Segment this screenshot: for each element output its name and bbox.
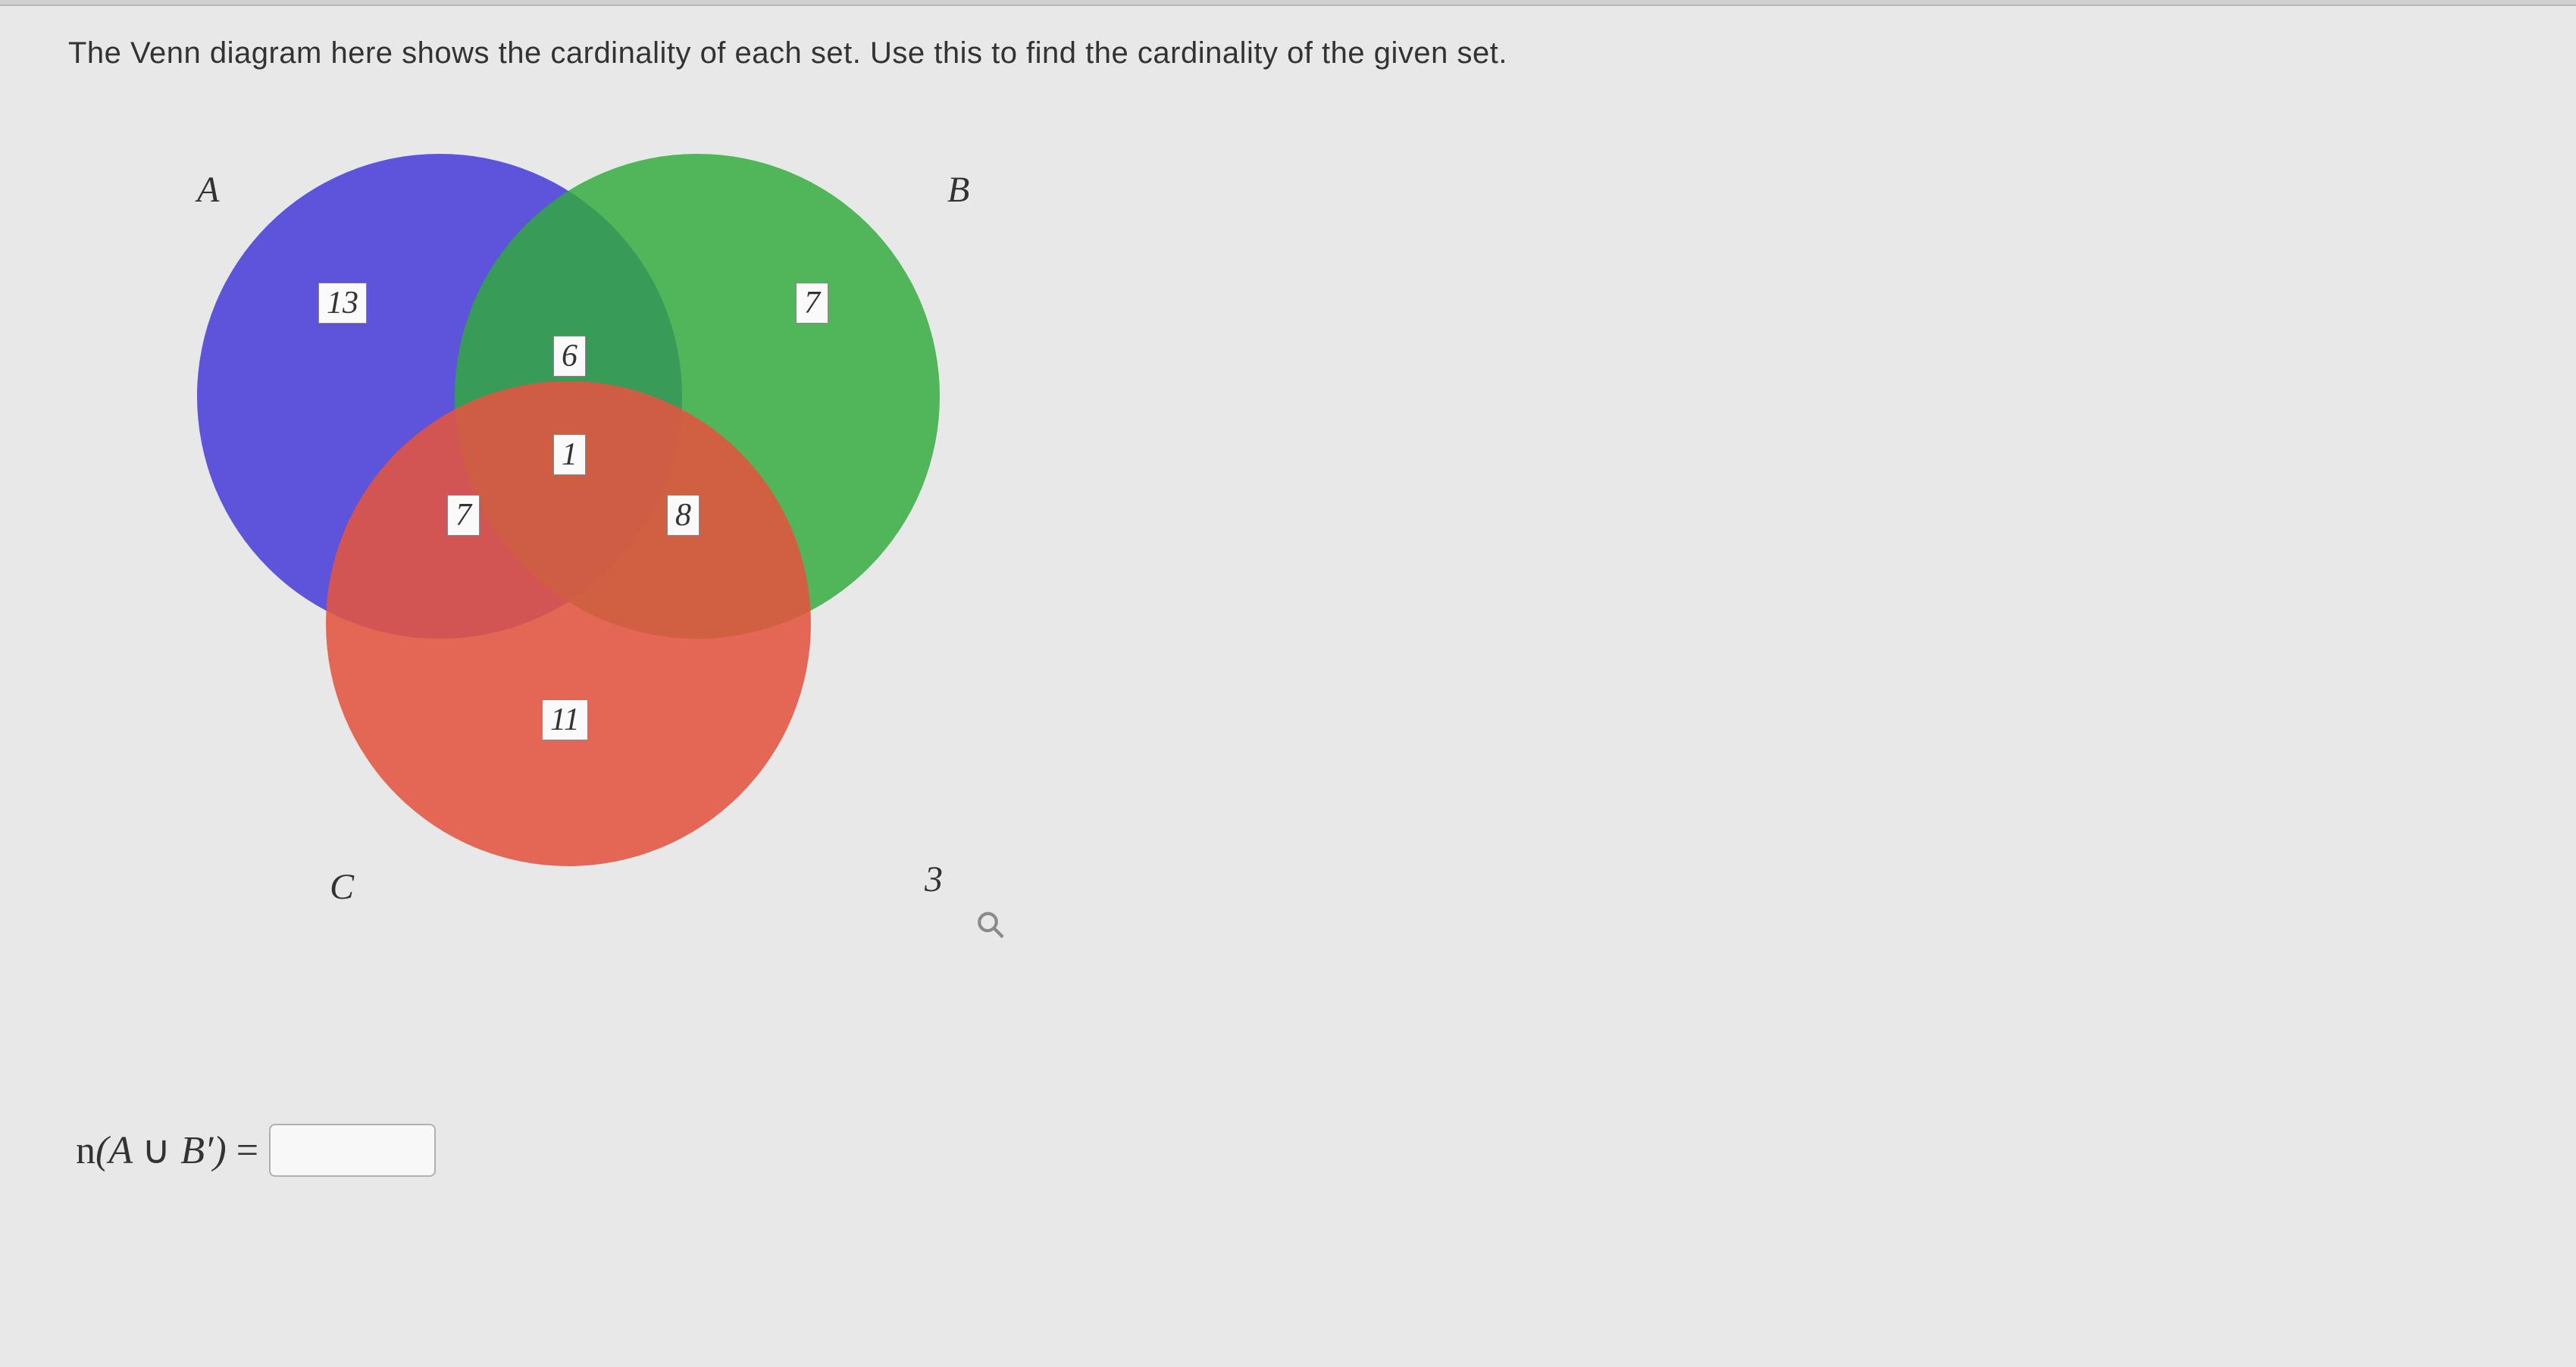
venn-diagram: A B C 13 7 6 1 7 8 11 3 ⚲ bbox=[121, 108, 1106, 1093]
region-c-only: 11 bbox=[542, 699, 588, 740]
region-b-only: 7 bbox=[796, 283, 828, 324]
region-ac-only: 7 bbox=[447, 495, 480, 536]
set-label-c: C bbox=[330, 866, 354, 908]
question-prompt: The Venn diagram here shows the cardinal… bbox=[68, 36, 2508, 70]
region-a-only: 13 bbox=[318, 283, 367, 324]
venn-svg bbox=[121, 108, 1106, 1093]
region-outside: 3 bbox=[925, 859, 943, 900]
set-label-b: B bbox=[947, 169, 969, 211]
region-abc: 1 bbox=[553, 434, 586, 475]
answer-input[interactable] bbox=[269, 1124, 436, 1177]
answer-row: n(A ∪ B′) = bbox=[76, 1124, 2508, 1177]
set-label-a: A bbox=[197, 169, 219, 211]
region-ab-only: 6 bbox=[553, 336, 586, 377]
question-expression: n(A ∪ B′) = bbox=[76, 1128, 258, 1173]
region-bc-only: 8 bbox=[667, 495, 700, 536]
